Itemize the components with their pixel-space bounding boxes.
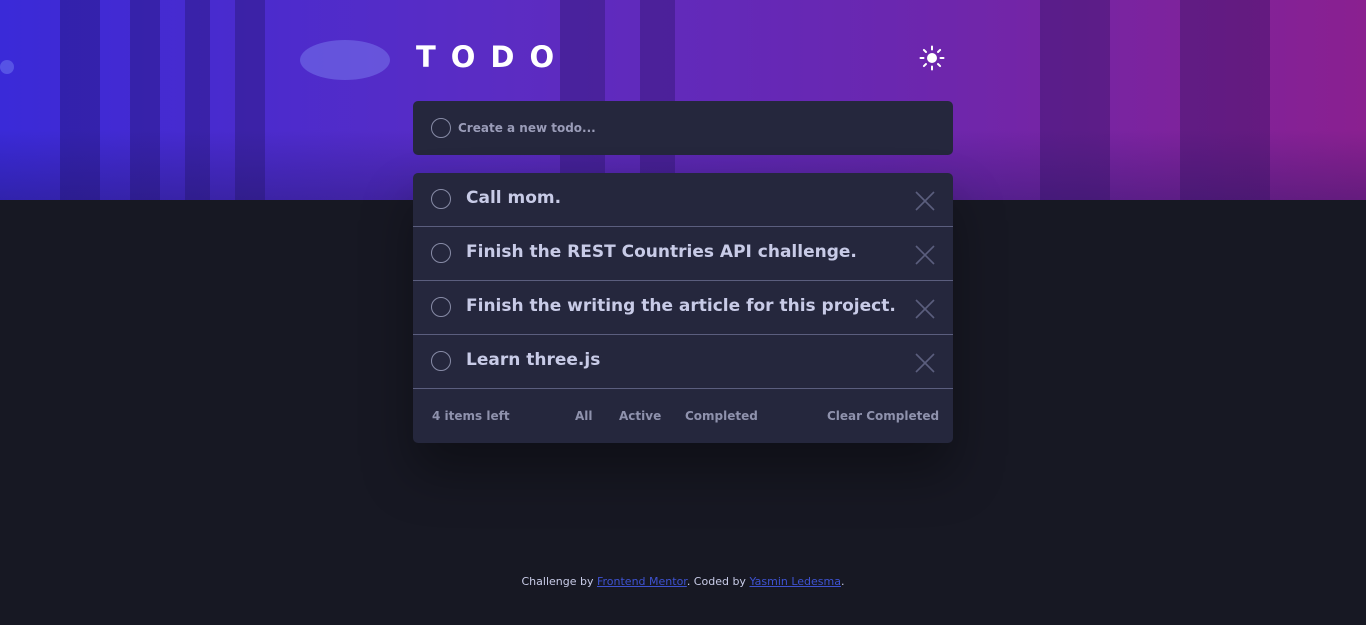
todo-footer: 4 items left All Active Completed Clear … (413, 389, 953, 443)
todo-checkbox[interactable] (431, 243, 451, 263)
attribution: Challenge by Frontend Mentor. Coded by Y… (0, 574, 1366, 590)
delete-todo-button[interactable] (914, 352, 936, 374)
todo-item[interactable]: Learn three.js (413, 335, 953, 389)
filter-active-button[interactable]: Active (619, 408, 661, 424)
todo-list: Call mom. Finish the REST Countries API … (413, 173, 953, 443)
close-icon (915, 191, 935, 211)
clear-completed-button[interactable]: Clear Completed (827, 408, 939, 424)
author-link[interactable]: Yasmin Ledesma (749, 575, 841, 588)
new-todo-form (413, 101, 953, 155)
credit-prefix: Challenge by (521, 575, 597, 588)
todo-text: Finish the REST Countries API challenge. (466, 242, 857, 262)
delete-todo-button[interactable] (914, 244, 936, 266)
delete-todo-button[interactable] (914, 190, 936, 212)
header-background-image (0, 0, 1366, 200)
todo-item[interactable]: Call mom. (413, 173, 953, 227)
todo-item[interactable]: Finish the REST Countries API challenge. (413, 227, 953, 281)
close-icon (915, 353, 935, 373)
credit-suffix: . (841, 575, 845, 588)
filter-completed-button[interactable]: Completed (685, 408, 758, 424)
todo-text: Call mom. (466, 188, 562, 208)
frontend-mentor-link[interactable]: Frontend Mentor (597, 575, 687, 588)
todo-checkbox[interactable] (431, 351, 451, 371)
theme-toggle-button[interactable] (918, 44, 946, 72)
new-todo-input[interactable] (458, 115, 928, 141)
todo-item[interactable]: Finish the writing the article for this … (413, 281, 953, 335)
new-todo-checkbox[interactable] (431, 118, 451, 138)
sun-icon (919, 45, 945, 71)
items-left-count: 4 items left (432, 409, 510, 423)
close-icon (915, 299, 935, 319)
todo-text: Finish the writing the article for this … (466, 296, 896, 316)
todo-checkbox[interactable] (431, 189, 451, 209)
delete-todo-button[interactable] (914, 298, 936, 320)
app-title: TODO (416, 40, 570, 74)
filter-all-button[interactable]: All (575, 408, 593, 424)
close-icon (915, 245, 935, 265)
todo-text: Learn three.js (466, 350, 601, 370)
credit-middle: . Coded by (686, 575, 750, 588)
todo-checkbox[interactable] (431, 297, 451, 317)
